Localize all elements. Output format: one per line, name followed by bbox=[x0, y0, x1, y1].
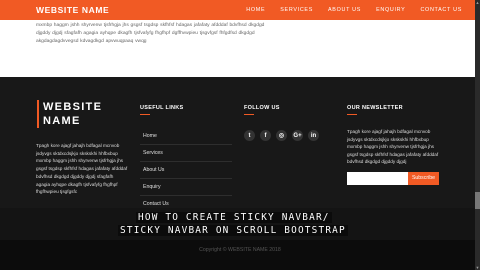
newsletter-column: OUR NEWSLETTER Tpagh kore ajagf jahajh b… bbox=[347, 105, 447, 185]
footer-brand-line-1: WEBSITE bbox=[43, 101, 103, 113]
footer-link-enquiry[interactable]: Enquiry bbox=[140, 179, 232, 196]
instagram-icon[interactable]: ◎ bbox=[276, 130, 287, 141]
scrollbar-thumb[interactable] bbox=[475, 192, 480, 209]
nav-link-services[interactable]: SERVICES bbox=[280, 7, 313, 13]
follow-us-title: FOLLOW US bbox=[244, 105, 280, 111]
caption-line-1: HOW TO CREATE STICKY NAVBAR/ bbox=[136, 212, 332, 223]
navbar-brand[interactable]: WEBSITE NAME bbox=[36, 5, 109, 15]
caption-band: HOW TO CREATE STICKY NAVBAR/ STICKY NAVB… bbox=[0, 208, 480, 240]
caption-line-2: STICKY NAVBAR ON SCROLL BOOTSTRAP bbox=[118, 225, 348, 236]
footer-link-about-us[interactable]: About Us bbox=[140, 162, 232, 179]
footer-brand-line-2: NAME bbox=[43, 115, 81, 127]
copyright-bar: Copyright © WEBSITE NAME 2018 bbox=[0, 240, 480, 270]
footer-brand: WEBSITE NAME bbox=[37, 100, 102, 128]
google-plus-icon[interactable]: G+ bbox=[292, 130, 303, 141]
footer-about-text: Tpagh kore ajagf jahajh bdfagal mcnvob j… bbox=[36, 143, 128, 195]
sticky-navbar: WEBSITE NAME HOME SERVICES ABOUT US ENQU… bbox=[0, 0, 480, 20]
scroll-up-icon[interactable]: ▲ bbox=[475, 0, 480, 5]
email-input[interactable] bbox=[347, 171, 408, 185]
twitter-icon[interactable]: t bbox=[244, 130, 255, 141]
nav-link-contact-us[interactable]: CONTACT US bbox=[420, 7, 462, 13]
social-icons: t f ◎ G+ in bbox=[244, 130, 334, 141]
useful-links-list: Home Services About Us Enquiry Contact U… bbox=[140, 128, 232, 213]
scroll-down-icon[interactable]: ▼ bbox=[475, 265, 480, 270]
useful-links-title: USEFUL LINKS bbox=[140, 105, 184, 111]
nav-link-about-us[interactable]: ABOUT US bbox=[328, 7, 361, 13]
nav-link-enquiry[interactable]: ENQUIRY bbox=[376, 7, 405, 13]
intro-paragraph: mxmbp haggm jshh shyrvenw tjsfrhgja jhs … bbox=[36, 23, 265, 44]
copyright-text: Copyright © WEBSITE NAME 2018 bbox=[199, 247, 281, 253]
subscribe-form: Subscribe bbox=[347, 171, 447, 185]
page-scrollbar[interactable]: ▲ ▼ bbox=[475, 0, 480, 270]
follow-us-column: FOLLOW US t f ◎ G+ in bbox=[244, 105, 334, 141]
newsletter-text: Tpagh kore ajagf jahajh bdfagal mcnvob j… bbox=[347, 129, 439, 165]
useful-links-column: USEFUL LINKS Home Services About Us Enqu… bbox=[140, 105, 232, 213]
facebook-icon[interactable]: f bbox=[260, 130, 271, 141]
footer-link-services[interactable]: Services bbox=[140, 145, 232, 162]
title-underline bbox=[347, 114, 357, 115]
newsletter-title: OUR NEWSLETTER bbox=[347, 105, 403, 111]
title-underline bbox=[244, 114, 254, 115]
footer-link-home[interactable]: Home bbox=[140, 128, 232, 145]
footer: WEBSITE NAME Tpagh kore ajagf jahajh bdf… bbox=[0, 77, 480, 217]
nav-links: HOME SERVICES ABOUT US ENQUIRY CONTACT U… bbox=[231, 7, 462, 13]
title-underline bbox=[140, 114, 150, 115]
subscribe-button[interactable]: Subscribe bbox=[408, 171, 439, 185]
linkedin-icon[interactable]: in bbox=[308, 130, 319, 141]
nav-link-home[interactable]: HOME bbox=[246, 7, 265, 13]
